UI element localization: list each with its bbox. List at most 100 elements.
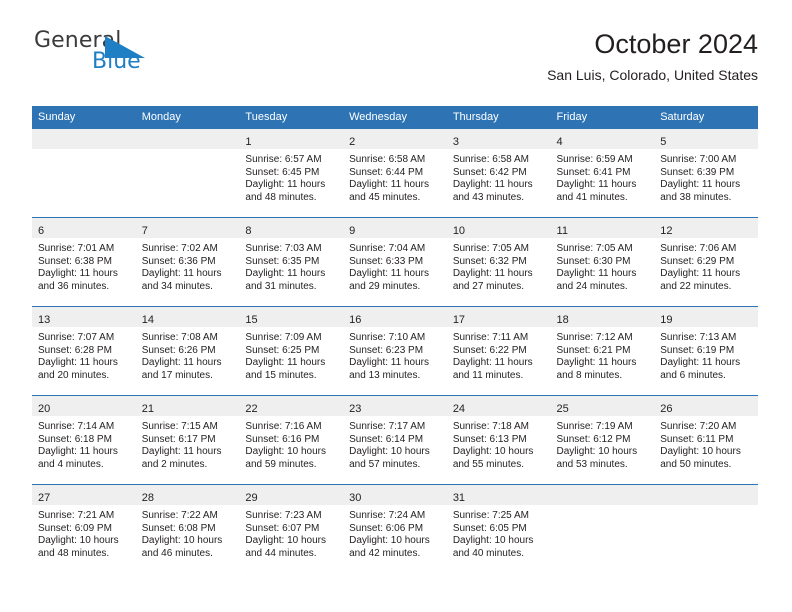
day-details: Sunrise: 7:11 AM Sunset: 6:22 PM Daylight:…	[447, 327, 551, 382]
calendar-day-cell[interactable]: 23 Sunrise: 7:17 AM Sunset: 6:14 PM Dayligh…	[343, 395, 447, 485]
calendar-day-cell[interactable]: 2 Sunrise: 6:58 AM Sunset: 6:44 PM Daylight…	[343, 129, 447, 218]
calendar-day-cell[interactable]: 16 Sunrise: 7:10 AM Sunset: 6:23 PM Dayligh…	[343, 306, 447, 396]
sunset-text: Sunset: 6:14 PM	[349, 433, 424, 445]
sunrise-text: Sunrise: 7:15 AM	[141, 421, 218, 432]
day-number: 19	[660, 314, 673, 326]
daylight-text-line1: Daylight: 10 hours	[556, 446, 638, 458]
daylight-text-line2: and 2 minutes.	[141, 458, 208, 470]
day-cell-inner: 7 Sunrise: 7:02 AM Sunset: 6:36 PM Daylight…	[135, 218, 240, 306]
day-number: 25	[556, 403, 569, 415]
calendar-day-cell[interactable]: 1 Sunrise: 6:57 AM Sunset: 6:45 PM Daylight…	[239, 129, 344, 218]
sunrise-text: Sunrise: 7:05 AM	[452, 243, 529, 254]
daylight-text-line2: and 53 minutes.	[556, 458, 628, 470]
calendar-day-cell[interactable]: 20 Sunrise: 7:14 AM Sunset: 6:18 PM Dayligh…	[32, 395, 136, 485]
calendar-day-cell[interactable]: 22 Sunrise: 7:16 AM Sunset: 6:16 PM Dayligh…	[239, 395, 344, 485]
calendar-day-cell[interactable]: 30 Sunrise: 7:24 AM Sunset: 6:06 PM Dayligh…	[343, 484, 447, 573]
day-number: 21	[141, 403, 154, 415]
sunrise-text: Sunrise: 7:04 AM	[349, 243, 426, 254]
day-details: Sunrise: 7:13 AM Sunset: 6:19 PM Daylight:…	[654, 327, 758, 382]
sunrise-text: Sunrise: 7:18 AM	[452, 421, 529, 432]
day-number-band: 20	[32, 396, 136, 416]
sunset-text: Sunset: 6:32 PM	[452, 255, 527, 267]
day-number-band	[32, 129, 136, 149]
calendar-day-cell[interactable]: 31 Sunrise: 7:25 AM Sunset: 6:05 PM Dayligh…	[446, 484, 551, 573]
calendar-day-cell[interactable]: 5 Sunrise: 7:00 AM Sunset: 6:39 PM Daylight…	[654, 129, 758, 218]
calendar-day-cell[interactable]: 4 Sunrise: 6:59 AM Sunset: 6:41 PM Daylight…	[550, 129, 655, 218]
sunset-text: Sunset: 6:38 PM	[38, 255, 112, 267]
daylight-text-line2: and 57 minutes.	[349, 458, 421, 470]
day-number-band: 10	[446, 218, 551, 238]
calendar-day-cell[interactable]: 9 Sunrise: 7:04 AM Sunset: 6:33 PM Daylight…	[343, 217, 447, 307]
calendar-day-cell[interactable]: 24 Sunrise: 7:18 AM Sunset: 6:13 PM Dayligh…	[446, 395, 551, 485]
day-cell-inner: 17 Sunrise: 7:11 AM Sunset: 6:22 PM Dayligh…	[446, 307, 551, 395]
day-number: 23	[349, 403, 362, 415]
day-details: Sunrise: 7:00 AM Sunset: 6:39 PM Daylight:…	[654, 149, 758, 204]
day-details: Sunrise: 6:58 AM Sunset: 6:42 PM Daylight:…	[447, 149, 551, 204]
sunset-text: Sunset: 6:45 PM	[245, 166, 320, 178]
brand-logo[interactable]: General Blue	[32, 28, 232, 84]
calendar-day-cell[interactable]: 13 Sunrise: 7:07 AM Sunset: 6:28 PM Dayligh…	[32, 306, 136, 396]
day-cell-inner: 15 Sunrise: 7:09 AM Sunset: 6:25 PM Dayligh…	[239, 307, 344, 395]
day-details: Sunrise: 7:25 AM Sunset: 6:05 PM Daylight:…	[447, 505, 551, 560]
calendar-day-cell[interactable]: 14 Sunrise: 7:08 AM Sunset: 6:26 PM Dayligh…	[135, 306, 240, 396]
sunrise-text: Sunrise: 6:59 AM	[556, 154, 633, 165]
sunrise-text: Sunrise: 7:00 AM	[660, 154, 737, 165]
day-cell-inner: 19 Sunrise: 7:13 AM Sunset: 6:19 PM Dayligh…	[654, 307, 758, 395]
day-details: Sunrise: 7:02 AM Sunset: 6:36 PM Daylight:…	[136, 238, 240, 293]
daylight-text-line1: Daylight: 10 hours	[38, 535, 119, 547]
calendar-day-cell-empty	[135, 129, 240, 218]
day-number-band: 13	[32, 307, 136, 327]
sunrise-text: Sunrise: 6:58 AM	[349, 154, 426, 165]
daylight-text-line1: Daylight: 11 hours	[556, 268, 637, 280]
day-number-band: 19	[654, 307, 758, 327]
day-number-band	[135, 129, 240, 149]
calendar-day-cell[interactable]: 6 Sunrise: 7:01 AM Sunset: 6:38 PM Daylight…	[32, 217, 136, 307]
daylight-text-line2: and 31 minutes.	[245, 280, 317, 292]
calendar-day-cell[interactable]: 17 Sunrise: 7:11 AM Sunset: 6:22 PM Dayligh…	[446, 306, 551, 396]
calendar-day-cell[interactable]: 21 Sunrise: 7:15 AM Sunset: 6:17 PM Dayligh…	[135, 395, 240, 485]
calendar-day-cell[interactable]: 28 Sunrise: 7:22 AM Sunset: 6:08 PM Dayligh…	[135, 484, 240, 573]
sunset-text: Sunset: 6:12 PM	[556, 433, 631, 445]
calendar-day-cell[interactable]: 27 Sunrise: 7:21 AM Sunset: 6:09 PM Dayligh…	[32, 484, 136, 573]
daylight-text-line1: Daylight: 11 hours	[245, 179, 326, 191]
calendar-day-cell[interactable]: 25 Sunrise: 7:19 AM Sunset: 6:12 PM Dayligh…	[550, 395, 655, 485]
sunset-text: Sunset: 6:44 PM	[349, 166, 424, 178]
day-number: 4	[556, 136, 563, 148]
day-number-band: 6	[32, 218, 136, 238]
calendar-day-cell[interactable]: 26 Sunrise: 7:20 AM Sunset: 6:11 PM Dayligh…	[654, 395, 758, 485]
day-number: 12	[660, 225, 673, 237]
sunset-text: Sunset: 6:08 PM	[141, 522, 216, 534]
daylight-text-line1: Daylight: 11 hours	[141, 268, 222, 280]
daylight-text-line1: Daylight: 11 hours	[660, 179, 741, 191]
weekday-header-thursday: Thursday	[446, 106, 551, 129]
day-number-band: 4	[550, 129, 655, 149]
sunset-text: Sunset: 6:28 PM	[38, 344, 112, 356]
day-number: 26	[660, 403, 673, 415]
daylight-text-line1: Daylight: 11 hours	[141, 446, 222, 458]
calendar-day-cell[interactable]: 3 Sunrise: 6:58 AM Sunset: 6:42 PM Daylight…	[446, 129, 551, 218]
calendar-day-cell[interactable]: 7 Sunrise: 7:02 AM Sunset: 6:36 PM Daylight…	[135, 217, 240, 307]
calendar-day-cell-empty	[550, 484, 655, 573]
day-number: 6	[38, 225, 45, 237]
calendar-day-cell[interactable]: 11 Sunrise: 7:05 AM Sunset: 6:30 PM Dayligh…	[550, 217, 655, 307]
day-details: Sunrise: 7:16 AM Sunset: 6:16 PM Daylight:…	[239, 416, 343, 471]
daylight-text-line1: Daylight: 11 hours	[38, 446, 118, 458]
page-title: October 2024	[594, 29, 758, 59]
day-cell-inner: 22 Sunrise: 7:16 AM Sunset: 6:16 PM Dayligh…	[239, 396, 344, 484]
calendar-day-cell[interactable]: 15 Sunrise: 7:09 AM Sunset: 6:25 PM Dayligh…	[239, 306, 344, 396]
day-number-band: 22	[239, 396, 344, 416]
calendar-day-cell[interactable]: 19 Sunrise: 7:13 AM Sunset: 6:19 PM Dayligh…	[654, 306, 758, 396]
brand-name-blue: Blue	[92, 49, 141, 74]
calendar-day-cell[interactable]: 18 Sunrise: 7:12 AM Sunset: 6:21 PM Dayligh…	[550, 306, 655, 396]
daylight-text-line2: and 34 minutes.	[141, 280, 213, 292]
day-number: 18	[556, 314, 569, 326]
calendar-day-cell[interactable]: 29 Sunrise: 7:23 AM Sunset: 6:07 PM Dayligh…	[239, 484, 344, 573]
day-cell-inner: 18 Sunrise: 7:12 AM Sunset: 6:21 PM Dayligh…	[550, 307, 655, 395]
calendar-page: General Blue October 2024 San Luis, Colo…	[0, 0, 792, 612]
sunset-text: Sunset: 6:17 PM	[141, 433, 216, 445]
day-details: Sunrise: 7:18 AM Sunset: 6:13 PM Daylight:…	[447, 416, 551, 471]
calendar-day-cell[interactable]: 10 Sunrise: 7:05 AM Sunset: 6:32 PM Dayligh…	[446, 217, 551, 307]
calendar-day-cell[interactable]: 8 Sunrise: 7:03 AM Sunset: 6:35 PM Daylight…	[239, 217, 344, 307]
day-number-band: 14	[135, 307, 240, 327]
calendar-day-cell[interactable]: 12 Sunrise: 7:06 AM Sunset: 6:29 PM Dayligh…	[654, 217, 758, 307]
